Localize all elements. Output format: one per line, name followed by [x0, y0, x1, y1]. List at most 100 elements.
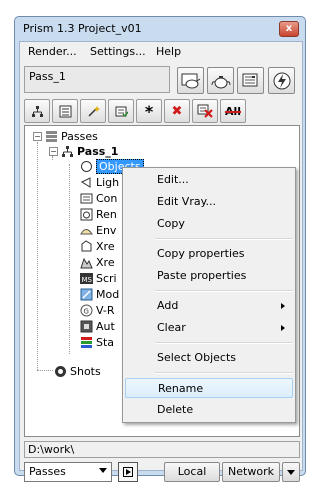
render-view-button[interactable]	[177, 67, 204, 94]
play-button[interactable]	[118, 462, 138, 482]
chevron-down-icon	[287, 470, 295, 475]
delete-all-button[interactable]: All	[220, 99, 246, 123]
tree-node-con[interactable]: Con	[80, 190, 117, 206]
render-options-button[interactable]	[282, 462, 300, 482]
menu-item-clear-label: Clear	[157, 321, 186, 334]
collapse-icon[interactable]: −	[49, 146, 58, 156]
vray-icon: G	[80, 304, 93, 316]
render-settings-icon	[242, 73, 257, 86]
menu-render[interactable]: Render...	[28, 45, 77, 58]
list-check-icon	[115, 106, 128, 117]
menu-item-add[interactable]: Add	[125, 296, 293, 316]
tree-node-label: Sta	[96, 335, 115, 349]
tree-node-xref2[interactable]: Xre	[80, 254, 115, 270]
tree-node-auto[interactable]: Aut	[80, 318, 115, 334]
tree-node-passes-label: Passes	[61, 129, 98, 143]
path-field[interactable]: D:\work\	[24, 441, 300, 458]
tree-node-vray[interactable]: G V-R	[80, 302, 115, 318]
hierarchy-icon	[62, 145, 73, 157]
mode-select[interactable]: Passes	[24, 462, 112, 482]
tree-node-shots[interactable]: Shots	[54, 363, 101, 379]
tree-node-label: Xre	[96, 255, 115, 269]
light-icon	[80, 176, 91, 188]
menu-item-clear[interactable]: Clear	[125, 318, 293, 338]
teapot-icon	[211, 75, 230, 88]
teapot-button[interactable]	[207, 67, 234, 94]
tree-node-label: Aut	[96, 319, 115, 333]
tree-node-env[interactable]: Env	[80, 222, 116, 238]
asterisk-icon: *	[144, 101, 154, 121]
delete-x-icon: ✖	[171, 103, 183, 119]
current-pass-field[interactable]: Pass_1	[24, 66, 170, 93]
asterisk-button[interactable]: *	[136, 99, 162, 123]
chevron-right-icon	[281, 303, 285, 309]
svg-text:MS: MS	[82, 276, 93, 284]
tree-node-ren[interactable]: Ren	[80, 206, 117, 222]
delete-selected-button[interactable]	[192, 99, 218, 123]
list-check-button[interactable]	[108, 99, 134, 123]
lightning-icon	[273, 72, 290, 89]
tree-node-label: Env	[96, 223, 117, 237]
menu-separator	[155, 290, 293, 292]
delete-selected-icon	[197, 104, 213, 118]
collapse-icon[interactable]: −	[33, 131, 42, 141]
menu-item-edit[interactable]: Edit...	[125, 170, 293, 190]
script-icon: MS	[80, 272, 93, 284]
tree-node-label: Ren	[96, 207, 117, 221]
play-icon	[123, 467, 133, 477]
render-icon	[80, 208, 93, 220]
bottom-bar: Passes Local Network	[24, 462, 300, 484]
local-render-button[interactable]: Local	[164, 462, 220, 482]
menu-separator	[155, 238, 293, 240]
mode-select-value: Passes	[29, 465, 66, 478]
lightning-button[interactable]	[268, 67, 295, 94]
delete-all-icon: All	[224, 104, 242, 118]
close-button[interactable]: x	[279, 21, 299, 37]
tree-node-xref1[interactable]: Xre	[80, 238, 115, 254]
hierarchy-icon	[31, 105, 43, 117]
menu-item-paste-properties[interactable]: Paste properties	[125, 266, 293, 286]
network-render-button[interactable]: Network	[222, 462, 280, 482]
tree-node-pass-label: Pass_1	[77, 144, 119, 158]
xref-icon	[81, 239, 92, 251]
menu-help[interactable]: Help	[156, 45, 181, 58]
environment-icon	[80, 228, 93, 234]
hierarchy-button[interactable]	[24, 99, 50, 123]
tree-node-scripts[interactable]: MS Scri	[80, 270, 117, 286]
menu-item-rename[interactable]: Rename	[125, 378, 293, 398]
wand-icon	[87, 105, 100, 117]
tree-node-label: V-R	[96, 303, 115, 317]
tree-node-shots-label: Shots	[70, 364, 101, 378]
menu-item-delete[interactable]: Delete	[125, 400, 293, 420]
wand-button[interactable]	[80, 99, 106, 123]
menu-separator	[155, 342, 293, 344]
tree-node-label: Scri	[96, 271, 117, 285]
menu-item-select-objects[interactable]: Select Objects	[125, 348, 293, 368]
tree-node-passes[interactable]: − Passes	[33, 128, 98, 144]
menu-bar: Render... Settings... Help	[20, 42, 302, 62]
modifier-icon	[80, 288, 93, 300]
render-settings-button[interactable]	[237, 67, 264, 94]
menu-item-copy[interactable]: Copy	[125, 214, 293, 234]
window-title: Prism 1.3 Project_v01	[23, 22, 142, 35]
shots-icon	[55, 365, 66, 377]
chevron-down-icon	[99, 468, 107, 473]
tree-node-pass[interactable]: − Pass_1	[49, 143, 118, 159]
menu-separator	[155, 372, 293, 374]
object-circle-icon	[81, 160, 92, 172]
delete-x-button[interactable]: ✖	[164, 99, 190, 123]
title-bar[interactable]: Prism 1.3 Project_v01 x	[15, 17, 305, 41]
tree-node-label: Mod	[96, 287, 120, 301]
context-menu: Edit... Edit Vray... Copy Copy propertie…	[122, 167, 296, 423]
tree-node-state[interactable]: Sta	[80, 334, 114, 350]
menu-item-copy-properties[interactable]: Copy properties	[125, 244, 293, 264]
tree-node-lights[interactable]: Ligh	[80, 174, 119, 190]
menu-item-edit-vray[interactable]: Edit Vray...	[125, 192, 293, 212]
menu-settings[interactable]: Settings...	[90, 45, 146, 58]
pass-button[interactable]	[52, 99, 78, 123]
tree-node-mod[interactable]: Mod	[80, 286, 119, 302]
tree-node-label: Con	[96, 191, 118, 205]
pass-icon	[59, 105, 71, 117]
passes-icon	[46, 130, 57, 142]
xref-scene-icon	[80, 257, 93, 268]
